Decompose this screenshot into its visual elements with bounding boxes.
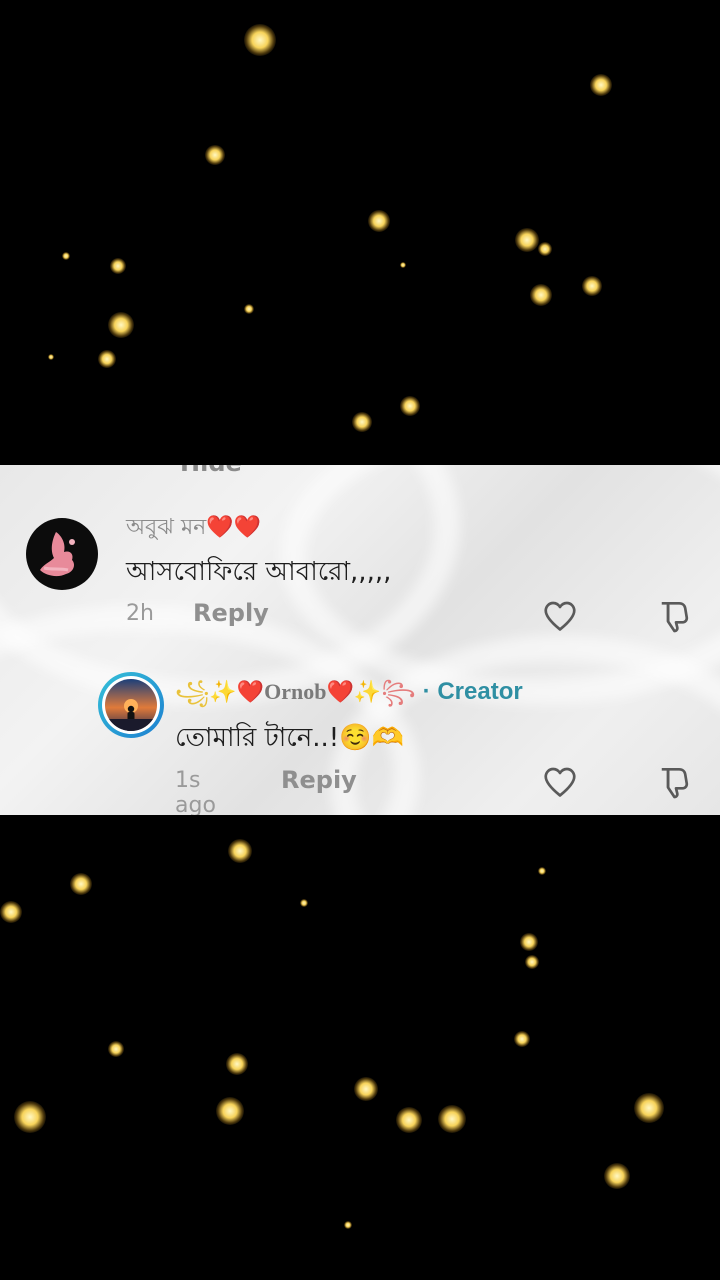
dislike-icon[interactable] <box>657 597 695 635</box>
avatar[interactable] <box>98 672 164 738</box>
creator-badge: · Creator <box>422 678 523 705</box>
heart-outline-icon[interactable] <box>541 597 579 635</box>
comment-time: 2h <box>126 601 154 626</box>
avatar[interactable] <box>26 518 98 590</box>
avatar-image <box>40 532 75 577</box>
heart-outline-icon[interactable] <box>541 763 579 801</box>
username-text[interactable]: অবুঝ মন <box>126 515 206 540</box>
username-emoji: ❤️✨꧂ <box>326 680 416 705</box>
comments-panel: Hide অবুঝ মন❤️❤️ আসবোফিরে আবারো,,,,, 2h … <box>0 465 720 815</box>
username-text[interactable]: Ornob <box>264 679 326 704</box>
reply-button[interactable]: Reply <box>193 599 269 627</box>
username-emoji: ❤️❤️ <box>206 515 262 540</box>
hide-label-clipped[interactable]: Hide <box>180 465 242 477</box>
comment-text: তোমারি টানে..!☺️🫶 <box>175 723 404 753</box>
background-sky-bottom <box>0 815 720 1280</box>
comment-username[interactable]: ꧁✨❤️Ornob❤️✨꧂ · Creator <box>175 675 523 720</box>
avatar-image <box>105 679 157 731</box>
comment-text: আসবোফিরে আবারো,,,,, <box>126 557 392 587</box>
background-sky-top <box>0 0 720 465</box>
dislike-icon[interactable] <box>657 763 695 801</box>
reply-button[interactable]: Repiy <box>281 766 357 794</box>
comment-username[interactable]: অবুঝ মন❤️❤️ <box>126 510 261 547</box>
username-emoji: ꧁✨❤️ <box>175 680 265 705</box>
comment-time: 1s ago <box>175 768 216 815</box>
